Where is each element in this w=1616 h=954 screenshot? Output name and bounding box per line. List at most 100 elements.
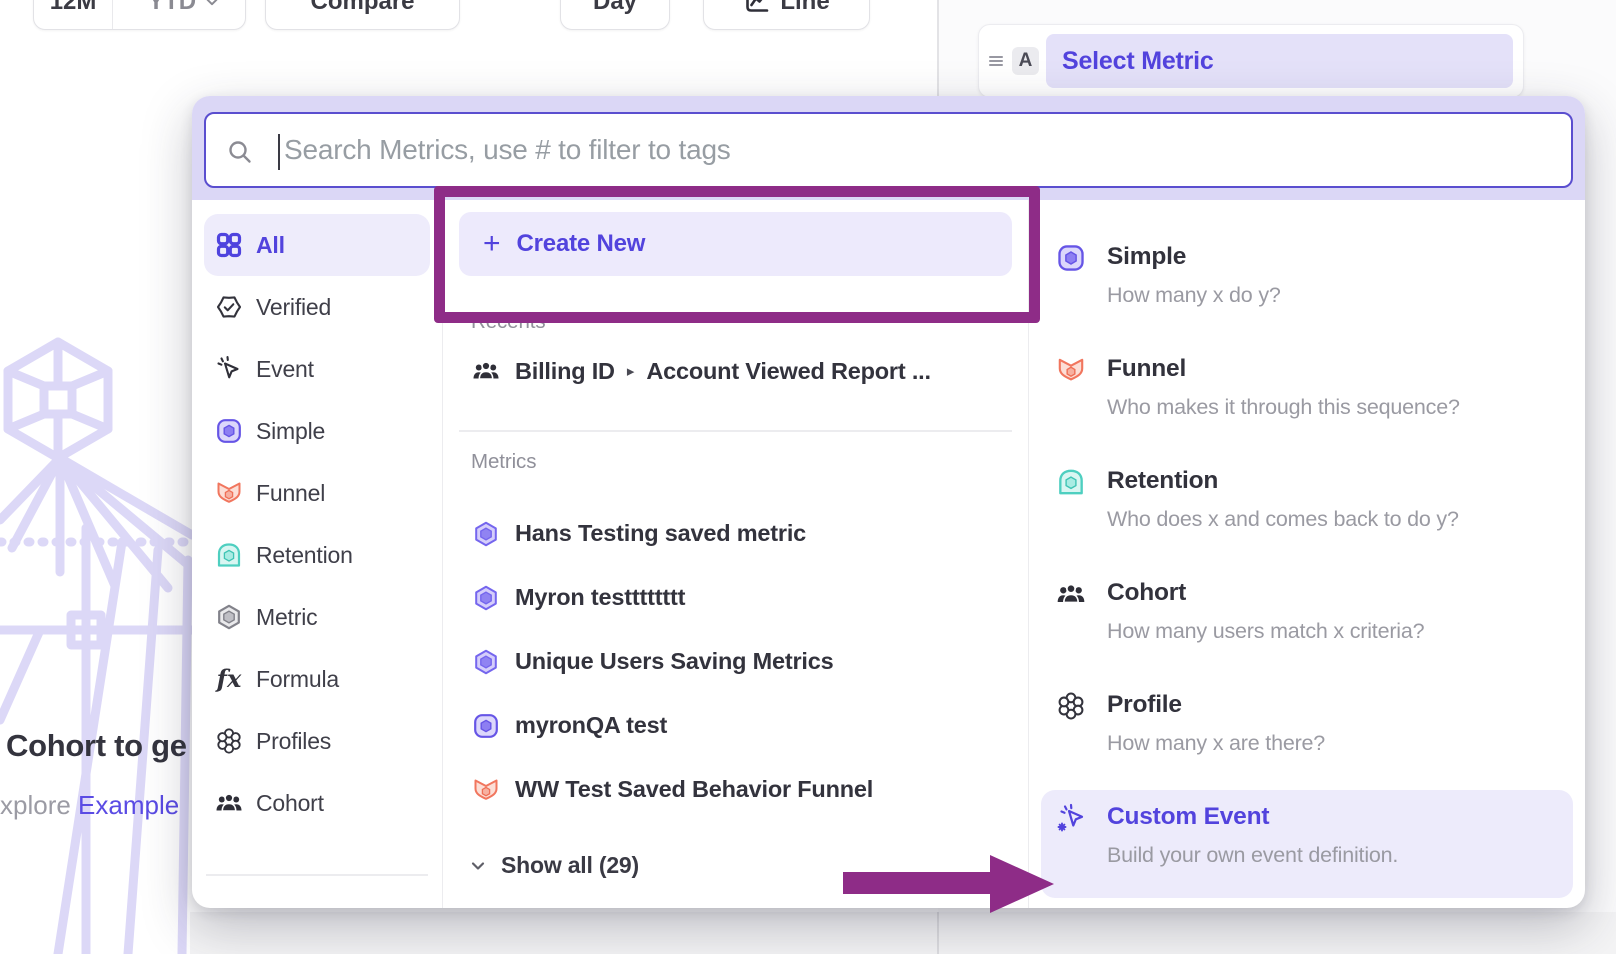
decorative-wireframe-illustration	[0, 330, 192, 954]
type-title: Retention	[1107, 466, 1459, 496]
recent-group-label: Billing ID	[515, 358, 615, 385]
type-row-funnel[interactable]: FunnelWho makes it through this sequence…	[1041, 342, 1573, 454]
panel-divider	[937, 912, 939, 954]
type-row-simple[interactable]: Simple How many x do y?	[1041, 230, 1573, 342]
custom-event-cursor-icon	[1055, 802, 1087, 834]
simple-metric-icon	[214, 416, 244, 446]
type-description: Who does x and comes back to do y?	[1107, 505, 1459, 533]
metric-list-item[interactable]: Unique Users Saving Metrics	[459, 630, 1012, 694]
create-new-label: Create New	[517, 230, 646, 258]
sidebar-item-label: Verified	[256, 294, 331, 321]
date-range-segmented-control[interactable]: 12M YTD	[33, 0, 246, 30]
sidebar-divider	[206, 874, 428, 876]
compare-button[interactable]: Compare	[265, 0, 460, 30]
date-range-dropdown[interactable]: YTD	[123, 0, 245, 29]
sidebar-item-retention[interactable]: Retention	[204, 524, 430, 586]
sidebar-item-profiles[interactable]: Profiles	[204, 710, 430, 772]
sidebar-item-label: Funnel	[256, 480, 325, 507]
funnel-metric-icon	[471, 775, 501, 805]
metric-clause-card: A Select Metric	[978, 24, 1524, 98]
drag-handle-icon[interactable]	[987, 52, 1005, 70]
cohort-people-icon	[1055, 578, 1087, 610]
metric-item-label: myronQA test	[515, 712, 667, 739]
funnel-metric-icon	[214, 478, 244, 508]
sidebar-item-cohort[interactable]: Cohort	[204, 772, 430, 834]
type-row-cohort[interactable]: CohortHow many users match x criteria?	[1041, 566, 1573, 678]
type-title: Simple	[1107, 242, 1281, 272]
metric-picker-dialog: All Verified Event Simple Funnel Retenti…	[192, 96, 1585, 908]
date-range-button[interactable]: 12M	[34, 0, 113, 29]
sidebar-item-tags[interactable]: Tags	[204, 890, 430, 909]
saved-metric-purple-icon	[471, 519, 501, 549]
metric-item-label: WW Test Saved Behavior Funnel	[515, 776, 873, 803]
compare-label: Compare	[310, 0, 414, 16]
chart-type-button[interactable]: Line	[703, 0, 870, 30]
saved-metric-purple-icon	[471, 583, 501, 613]
grid-icon	[214, 230, 244, 260]
example-link[interactable]: Example	[78, 790, 179, 820]
select-metric-field[interactable]: Select Metric	[1046, 34, 1513, 88]
type-description: Build your own event definition.	[1107, 841, 1398, 869]
type-description: Who makes it through this sequence?	[1107, 393, 1460, 421]
type-description: How many x are there?	[1107, 729, 1325, 757]
chart-type-label: Line	[780, 0, 829, 16]
type-row-custom-event[interactable]: Custom Event Build your own event definit…	[1041, 790, 1573, 898]
metric-list-column: + Create New Recents Billing ID ▸ Accoun…	[443, 200, 1029, 908]
funnel-metric-icon	[1055, 354, 1087, 386]
type-title: Custom Event	[1107, 802, 1398, 832]
recent-metric-label: Account Viewed Report ...	[646, 358, 930, 385]
retention-metric-icon	[1055, 466, 1087, 498]
metric-item-label: Unique Users Saving Metrics	[515, 648, 833, 675]
sidebar-item-verified[interactable]: Verified	[204, 276, 430, 338]
metric-item-label: Hans Testing saved metric	[515, 520, 806, 547]
explore-text-fragment: xplore	[0, 790, 78, 820]
metric-item-label: Myron testttttttt	[515, 584, 685, 611]
recents-section-header: Recents	[471, 310, 1012, 334]
sidebar-item-label: Metric	[256, 604, 317, 631]
line-chart-icon	[743, 0, 770, 16]
type-title: Cohort	[1107, 578, 1424, 608]
retention-metric-icon	[214, 540, 244, 570]
tag-icon	[214, 906, 244, 909]
sidebar-item-funnel[interactable]: Funnel	[204, 462, 430, 524]
search-metrics-input[interactable]	[206, 114, 1571, 186]
type-row-retention[interactable]: Retention Who does x and comes back to do…	[1041, 454, 1573, 566]
metric-list-item[interactable]: myronQA test	[459, 694, 1012, 758]
sidebar-item-label: Tags	[256, 907, 304, 908]
interval-label: Day	[593, 0, 637, 16]
metric-list-item[interactable]: Myron testttttttt	[459, 566, 1012, 630]
plus-icon: +	[483, 229, 501, 259]
metric-list-item[interactable]: Hans Testing saved metric	[459, 502, 1012, 566]
sidebar-item-label: Event	[256, 356, 314, 383]
type-row-profile[interactable]: ProfileHow many x are there?	[1041, 678, 1573, 790]
sidebar-item-label: Formula	[256, 666, 339, 693]
create-new-button[interactable]: + Create New	[459, 212, 1012, 276]
background-heading-fragment: Cohort to ge	[6, 728, 187, 764]
panel-divider	[937, 0, 939, 96]
section-divider	[459, 430, 1012, 432]
date-dropdown-label: YTD	[148, 0, 196, 16]
profiles-cluster-icon	[1055, 690, 1087, 722]
sidebar-item-label: Retention	[256, 542, 353, 569]
interval-button[interactable]: Day	[560, 0, 670, 30]
search-box[interactable]	[204, 112, 1573, 188]
show-all-button[interactable]: Show all (29)	[459, 846, 1012, 886]
cohort-people-icon	[471, 356, 501, 386]
type-description: How many x do y?	[1107, 281, 1281, 309]
event-cursor-icon	[214, 354, 244, 384]
sidebar-item-formula[interactable]: fx Formula	[204, 648, 430, 710]
chevron-down-icon	[204, 0, 220, 10]
sidebar-item-metric[interactable]: Metric	[204, 586, 430, 648]
sidebar-item-label: Cohort	[256, 790, 324, 817]
sidebar-item-event[interactable]: Event	[204, 338, 430, 400]
sidebar-item-simple[interactable]: Simple	[204, 400, 430, 462]
background-explore-line: xplore Example	[0, 790, 179, 821]
sidebar-item-all[interactable]: All	[204, 214, 430, 276]
simple-metric-icon	[471, 711, 501, 741]
metric-type-column: Simple How many x do y? FunnelWho makes i…	[1029, 200, 1585, 908]
recent-metric-row[interactable]: Billing ID ▸ Account Viewed Report ...	[459, 350, 1012, 392]
page-bottom-strip	[190, 912, 1616, 954]
metric-type-sidebar: All Verified Event Simple Funnel Retenti…	[192, 200, 443, 908]
metric-list-item[interactable]: WW Test Saved Behavior Funnel	[459, 758, 1012, 822]
simple-metric-icon	[1055, 242, 1087, 274]
